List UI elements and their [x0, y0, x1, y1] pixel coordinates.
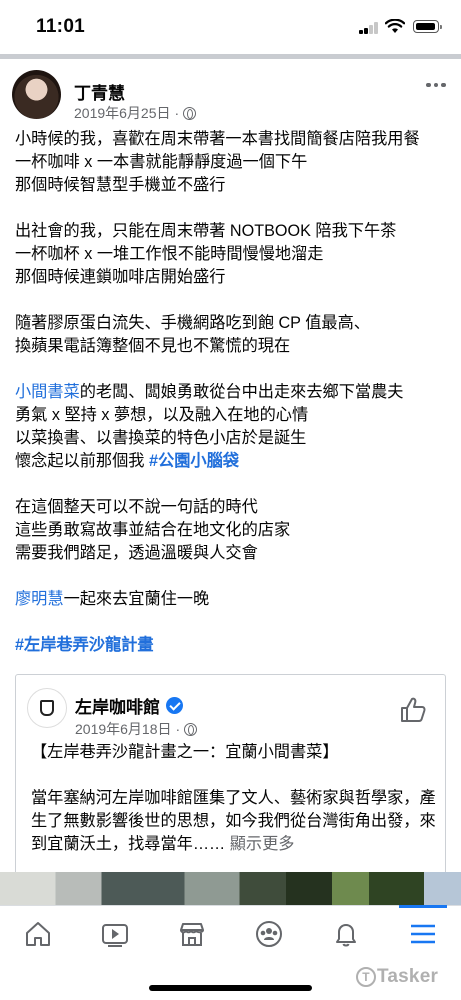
- like-thumb-icon[interactable]: [399, 696, 427, 724]
- page-mention-link[interactable]: 小間書菜: [15, 383, 80, 401]
- groups-icon: [256, 920, 282, 947]
- verified-badge-icon: [166, 697, 183, 714]
- post-paragraph-4: 小間書菜的老闆、闆娘勇敢從台中出走來去鄉下當農夫勇氣 x 堅持 x 夢想，以及融…: [15, 381, 445, 473]
- bell-icon: [336, 923, 356, 946]
- wifi-icon: [385, 19, 405, 33]
- post-meta: 2019年6月25日 ·: [74, 103, 197, 123]
- shared-post-date[interactable]: 2019年6月18日: [75, 719, 172, 739]
- shared-post-body: 當年塞納河左岸咖啡館匯集了文人、藝術家與哲學家，產生了無數影響後世的思想，如今我…: [31, 787, 441, 856]
- battery-icon: [413, 20, 442, 33]
- tab-groups[interactable]: [231, 906, 307, 961]
- line: 需要我們踏足，透過溫暖與人交會: [15, 544, 258, 562]
- post-date[interactable]: 2019年6月25日: [74, 103, 171, 123]
- status-bar: 11:01: [0, 0, 461, 54]
- tasker-watermark: T Tasker: [356, 966, 438, 988]
- dot-icon: [426, 82, 431, 88]
- line: 勇氣 x 堅持 x 夢想，以及融入在地的心情: [15, 406, 309, 424]
- shared-post-text: 【左岸巷弄沙龍計畫之一：宜蘭小間書菜】 當年塞納河左岸咖啡館匯集了文人、藝術家與…: [31, 741, 441, 879]
- watermark-text: Tasker: [377, 966, 439, 987]
- line: 一杯咖啡 x 一本書就能靜靜度過一個下午: [15, 153, 308, 171]
- post-paragraph-3: 隨著膠原蛋白流失、手機網路吃到飽 CP 值最高、 換蘋果電話簿整個不見也不驚慌的現…: [15, 312, 445, 358]
- hashtag-link[interactable]: #左岸巷弄沙龍計畫: [15, 636, 154, 654]
- line: 一起來去宜蘭住一晚: [63, 590, 210, 608]
- public-globe-icon: [184, 722, 198, 736]
- video-play-icon: [102, 923, 128, 947]
- line: 在這個整天可以不說一句話的時代: [15, 498, 258, 516]
- post-text: 小時候的我，喜歡在周末帶著一本書找間簡餐店陪我用餐 一杯咖啡 x 一本書就能靜靜度…: [15, 128, 445, 680]
- marketplace-store-icon: [180, 922, 204, 946]
- line: 懷念起以前那個我: [15, 452, 149, 470]
- line: 換蘋果電話簿整個不見也不驚慌的現在: [15, 337, 291, 355]
- page-logo[interactable]: [27, 688, 67, 728]
- line: 一杯咖杯 x 一堆工作恨不能時間慢慢地溜走: [15, 245, 324, 263]
- line: 隨著膠原蛋白流失、手機網路吃到飽 CP 值最高、: [15, 314, 370, 332]
- line: 出社會的我，只能在周末帶著 NOTBOOK 陪我下午茶: [15, 222, 397, 240]
- line: 小時候的我，喜歡在周末帶著一本書找間簡餐店陪我用餐: [15, 130, 420, 148]
- meta-separator: ·: [175, 721, 181, 737]
- shared-post-image[interactable]: [0, 872, 461, 905]
- see-more-link[interactable]: 顯示更多: [230, 835, 295, 853]
- tab-watch[interactable]: [77, 906, 153, 961]
- home-indicator[interactable]: [149, 985, 312, 991]
- hashtag-link[interactable]: #公園小腦袋: [149, 452, 239, 470]
- public-globe-icon: [183, 106, 197, 120]
- tab-marketplace[interactable]: [154, 906, 230, 961]
- user-mention-link[interactable]: 廖明慧: [15, 590, 64, 608]
- tab-home[interactable]: [0, 906, 76, 961]
- line: 的老闆、闆娘勇敢從台中出走來去鄉下當農夫: [79, 383, 404, 401]
- tab-notifications[interactable]: [308, 906, 384, 961]
- bottom-tab-bar: [0, 905, 461, 965]
- shared-post-title: 【左岸巷弄沙龍計畫之一：宜蘭小間書菜】: [31, 743, 339, 761]
- feed-divider: [0, 54, 461, 59]
- post-paragraph-1: 小時候的我，喜歡在周末帶著一本書找間簡餐店陪我用餐 一杯咖啡 x 一本書就能靜靜度…: [15, 128, 445, 197]
- dot-icon: [441, 82, 446, 88]
- author-name[interactable]: 丁青慧: [74, 79, 125, 104]
- line: 那個時候智慧型手機並不盛行: [15, 176, 226, 194]
- meta-separator: ·: [174, 105, 180, 121]
- shared-post-card[interactable]: 左岸咖啡館 2019年6月18日 · 【左岸巷弄沙龍計畫之一：宜蘭小間書菜】 當…: [15, 674, 446, 879]
- post-paragraph-2: 出社會的我，只能在周末帶著 NOTBOOK 陪我下午茶 一杯咖杯 x 一堆工作恨不…: [15, 220, 445, 289]
- post-paragraph-6: 廖明慧一起來去宜蘭住一晚: [15, 588, 445, 611]
- line: 以菜換書、以書換菜的特色小店於是誕生: [15, 429, 307, 447]
- status-time: 11:01: [36, 16, 86, 37]
- cellular-signal-icon: [359, 22, 379, 34]
- line: 這些勇敢寫故事並結合在地文化的店家: [15, 521, 291, 539]
- post-paragraph-5: 在這個整天可以不說一句話的時代這些勇敢寫故事並結合在地文化的店家 需要我們踏足，透…: [15, 496, 445, 565]
- shared-post-meta: 2019年6月18日 ·: [75, 719, 198, 739]
- line: 那個時候連鎖咖啡店開始盛行: [15, 268, 226, 286]
- hamburger-menu-icon: [411, 924, 435, 943]
- tab-menu[interactable]: [385, 905, 461, 961]
- watermark-logo-icon: T: [356, 967, 376, 987]
- coffee-cup-icon: [40, 700, 54, 716]
- home-icon: [26, 921, 50, 946]
- post-header: 丁青慧 2019年6月25日 ·: [0, 60, 461, 123]
- shared-page-name[interactable]: 左岸咖啡館: [75, 693, 183, 718]
- dot-icon: [433, 82, 439, 88]
- post-paragraph-7: #左岸巷弄沙龍計畫: [15, 634, 445, 657]
- shared-page-name-text[interactable]: 左岸咖啡館: [75, 693, 160, 718]
- author-avatar[interactable]: [12, 70, 61, 119]
- more-options-button[interactable]: [421, 75, 451, 95]
